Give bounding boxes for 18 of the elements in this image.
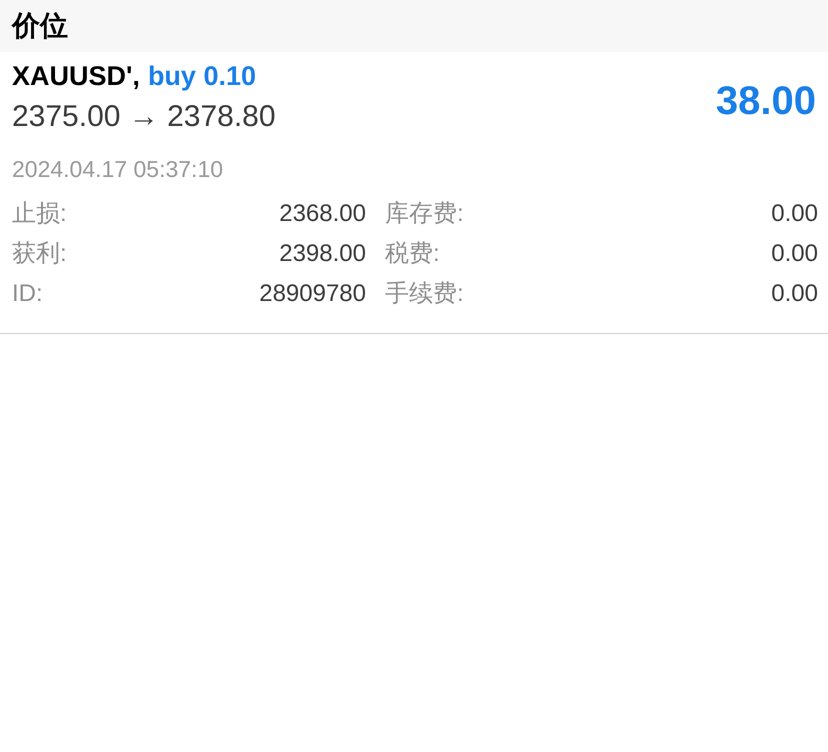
detail-label: 库存费:: [385, 199, 464, 229]
detail-value: 0.00: [771, 279, 818, 309]
section-title: 价位: [12, 10, 68, 42]
detail-value: 2398.00: [279, 239, 366, 269]
detail-label: 止损:: [12, 199, 67, 229]
detail-label: ID:: [12, 279, 43, 309]
detail-label: 获利:: [12, 239, 67, 269]
order-label: buy 0.10: [148, 60, 256, 92]
detail-label: 手续费:: [385, 279, 464, 309]
price-change-text: 2375.00 → 2378.80: [12, 99, 276, 135]
detail-label: 税费:: [385, 239, 440, 269]
detail-value: 2368.00: [279, 199, 366, 229]
profit-value: 38.00: [716, 78, 816, 122]
open-time: 2024.04.17 05:37:10: [11, 155, 224, 184]
detail-value: 0.00: [771, 199, 818, 229]
detail-value: 28909780: [259, 279, 366, 309]
symbol-label: XAUUSD',: [12, 60, 140, 92]
detail-value: 0.00: [771, 239, 818, 269]
